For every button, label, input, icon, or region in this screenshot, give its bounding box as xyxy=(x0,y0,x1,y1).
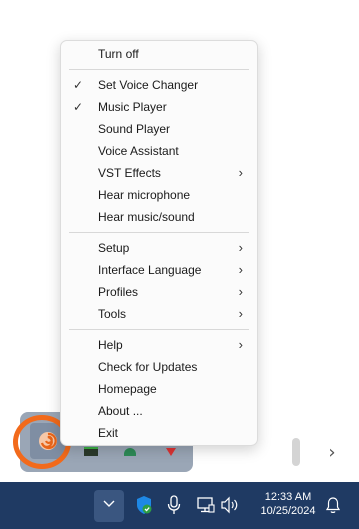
menu-item-tools[interactable]: Tools › xyxy=(65,303,253,325)
menu-item-label: VST Effects xyxy=(98,166,161,180)
windows-security-icon[interactable] xyxy=(134,495,154,515)
menu-separator xyxy=(69,69,249,70)
menu-item-about[interactable]: About ... xyxy=(65,400,253,422)
submenu-arrow-icon: › xyxy=(238,165,243,180)
menu-item-help[interactable]: Help › xyxy=(65,334,253,356)
menu-item-label: Set Voice Changer xyxy=(98,78,199,92)
chevron-up-icon xyxy=(103,500,115,507)
submenu-arrow-icon: › xyxy=(238,306,243,321)
menu-item-label: Setup xyxy=(98,241,130,255)
menu-item-vst-effects[interactable]: VST Effects › xyxy=(65,162,253,184)
network-icon[interactable] xyxy=(196,495,216,515)
menu-item-label: Music Player xyxy=(98,100,167,114)
menu-item-label: Hear microphone xyxy=(98,188,191,202)
menu-item-label: Sound Player xyxy=(98,122,171,136)
submenu-arrow-icon: › xyxy=(238,262,243,277)
chevron-right-icon[interactable]: › xyxy=(322,442,342,464)
menu-item-label: About ... xyxy=(98,404,143,418)
menu-item-label: Profiles xyxy=(98,285,139,299)
menu-item-set-voice-changer[interactable]: ✓ Set Voice Changer xyxy=(65,74,253,96)
menu-item-setup[interactable]: Setup › xyxy=(65,237,253,259)
taskbar: 12:33 AM 10/25/2024 xyxy=(0,482,359,529)
scrollbar-thumb[interactable] xyxy=(292,438,300,466)
menu-item-interface-language[interactable]: Interface Language › xyxy=(65,259,253,281)
submenu-arrow-icon: › xyxy=(238,284,243,299)
menu-item-sound-player[interactable]: Sound Player xyxy=(65,118,253,140)
clock-time: 12:33 AM xyxy=(264,491,312,503)
context-menu: Turn off ✓ Set Voice Changer ✓ Music Pla… xyxy=(60,40,258,446)
menu-item-hear-music-sound[interactable]: Hear music/sound xyxy=(65,206,253,228)
menu-item-label: Help xyxy=(98,338,123,352)
volume-icon[interactable] xyxy=(220,496,240,514)
menu-item-music-player[interactable]: ✓ Music Player xyxy=(65,96,253,118)
menu-item-label: Exit xyxy=(98,426,119,440)
menu-item-label: Homepage xyxy=(98,382,157,396)
menu-item-label: Voice Assistant xyxy=(98,144,179,158)
microphone-icon[interactable] xyxy=(166,495,182,515)
submenu-arrow-icon: › xyxy=(238,337,243,352)
menu-item-label: Interface Language xyxy=(98,263,202,277)
menu-item-check-for-updates[interactable]: Check for Updates xyxy=(65,356,253,378)
menu-separator xyxy=(69,232,249,233)
tray-app-icon-3[interactable] xyxy=(124,448,136,456)
menu-item-label: Tools xyxy=(98,307,127,321)
menu-item-turn-off[interactable]: Turn off xyxy=(65,43,253,65)
checkmark-icon: ✓ xyxy=(73,78,84,92)
checkmark-icon: ✓ xyxy=(73,100,84,114)
menu-item-profiles[interactable]: Profiles › xyxy=(65,281,253,303)
menu-item-label: Hear music/sound xyxy=(98,210,195,224)
menu-item-homepage[interactable]: Homepage xyxy=(65,378,253,400)
clock-date: 10/25/2024 xyxy=(260,505,316,517)
menu-item-hear-microphone[interactable]: Hear microphone xyxy=(65,184,253,206)
desktop-screen: › Turn off ✓ Set Voice Changer ✓ Music P… xyxy=(0,0,359,529)
menu-item-voice-assistant[interactable]: Voice Assistant xyxy=(65,140,253,162)
tray-app-icon-2[interactable] xyxy=(84,447,98,456)
menu-item-exit[interactable]: Exit xyxy=(65,422,253,444)
menu-item-label: Turn off xyxy=(98,47,139,61)
clock[interactable]: 12:33 AM 10/25/2024 xyxy=(252,490,324,518)
submenu-arrow-icon: › xyxy=(238,240,243,255)
menu-separator xyxy=(69,329,249,330)
bell-icon[interactable] xyxy=(325,496,341,514)
menu-item-label: Check for Updates xyxy=(98,360,198,374)
